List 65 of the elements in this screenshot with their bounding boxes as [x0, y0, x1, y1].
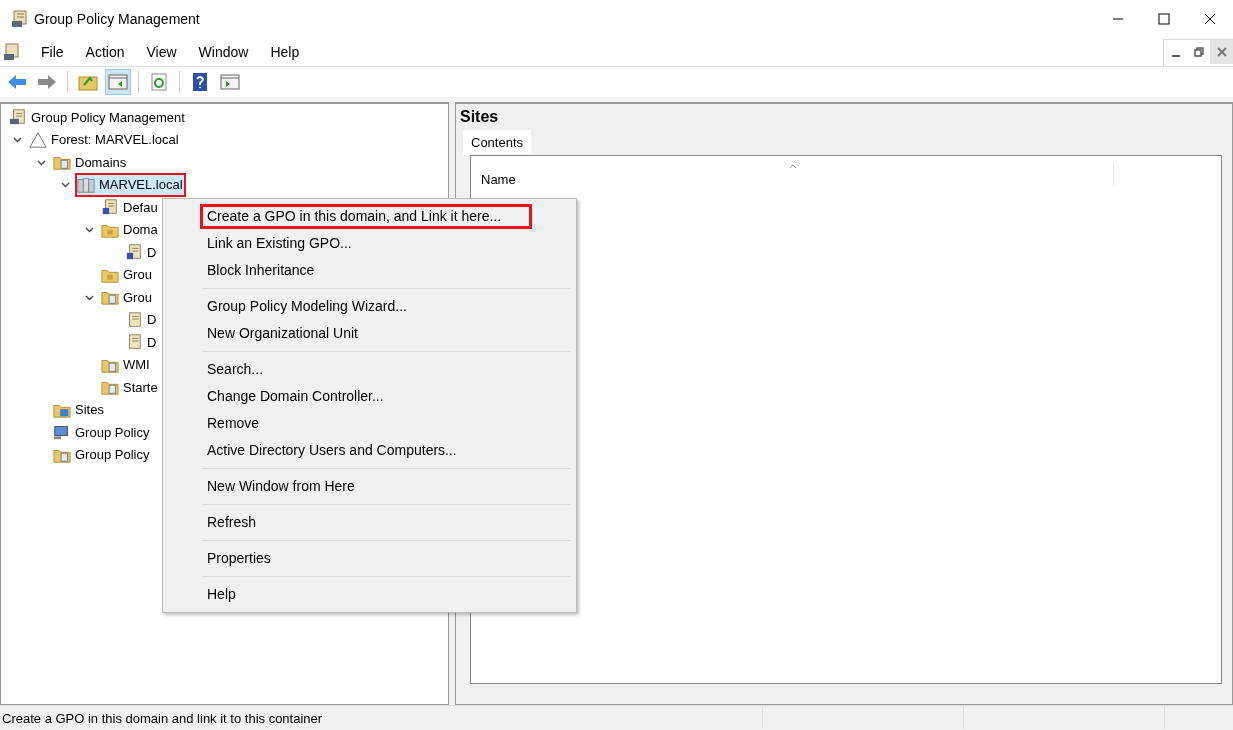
context-menu-item[interactable]: Link an Existing GPO... [166, 230, 573, 257]
context-menu-item[interactable]: Group Policy Modeling Wizard... [166, 293, 573, 320]
tree-item[interactable]: Sites [51, 397, 107, 422]
tree-item[interactable]: MARVEL.local [75, 172, 186, 197]
menu-item[interactable]: Action [74, 44, 136, 60]
folder-icon [78, 73, 98, 91]
panel-icon [220, 73, 240, 91]
minimize-icon [1171, 54, 1180, 57]
tree-item[interactable]: Grou [99, 262, 155, 287]
context-menu-item[interactable]: Create a GPO in this domain, and Link it here... [199, 203, 533, 230]
context-menu-item[interactable]: Change Domain Controller... [166, 383, 573, 410]
window-title: Group Policy Management [34, 11, 200, 27]
tree-item[interactable]: D [123, 240, 160, 265]
tree-item[interactable]: Defau [99, 195, 161, 220]
triangle-icon [29, 130, 47, 149]
tree-item[interactable]: Group Policy [51, 420, 153, 445]
tree-item[interactable]: Group Policy [51, 442, 153, 467]
menu-item[interactable]: Window [187, 44, 260, 60]
context-menu-item[interactable]: Search... [166, 356, 573, 383]
status-text: Create a GPO in this domain and link it to this container [1, 710, 324, 726]
menu-item[interactable]: File [30, 44, 75, 60]
close-button[interactable] [1210, 39, 1233, 64]
scroll-icon [125, 243, 143, 262]
forward-arrow-icon [37, 73, 57, 91]
pane-title: Sites [460, 108, 500, 127]
tree-item[interactable]: Grou [99, 285, 155, 310]
panel-icon [108, 73, 128, 91]
context-menu-item[interactable]: Help [166, 581, 573, 608]
scroll-icon [9, 108, 27, 127]
computer-icon [53, 423, 71, 442]
chevron-icon[interactable] [84, 225, 94, 235]
tree-item[interactable]: WMI [99, 352, 153, 377]
menu-item[interactable]: View [135, 44, 188, 60]
context-menu-item[interactable]: Properties [166, 545, 573, 572]
tab[interactable]: Contents [463, 130, 532, 155]
restore-icon [1193, 46, 1204, 57]
back-arrow-icon [7, 73, 27, 91]
chevron-icon[interactable] [60, 180, 70, 190]
close-icon [1204, 13, 1216, 25]
context-menu-item[interactable]: Block Inheritance [166, 257, 573, 284]
context-menu-item[interactable]: New Window from Here [166, 473, 573, 500]
scroll-icon [10, 9, 30, 29]
server-icon [77, 175, 95, 194]
tree-item[interactable]: D [123, 330, 160, 355]
tree-item[interactable]: Forest: MARVEL.local [27, 127, 182, 152]
maximize-icon [1158, 13, 1170, 25]
context-menu-item[interactable]: Refresh [166, 509, 573, 536]
menu-item[interactable]: Help [259, 44, 311, 60]
tree-button[interactable] [105, 69, 131, 95]
tree-item[interactable]: Group Policy Management [7, 105, 188, 130]
tree-item[interactable]: Doma [99, 217, 161, 242]
context-menu-item[interactable]: Remove [166, 410, 573, 437]
scroll-icon [101, 198, 119, 217]
scroll-icon [2, 42, 22, 62]
chevron-icon[interactable] [12, 135, 22, 145]
tree-item[interactable]: Starte [99, 375, 161, 400]
column-header[interactable]: Name [477, 164, 1114, 186]
tree-item[interactable]: D [123, 307, 160, 332]
sort-caret-icon [789, 164, 797, 169]
refresh-icon [149, 73, 169, 91]
context-menu-item[interactable]: New Organizational Unit [166, 320, 573, 347]
close-icon [1216, 46, 1227, 57]
help-icon [190, 73, 210, 91]
tree-item[interactable]: Domains [51, 150, 130, 175]
context-menu-item[interactable]: Active Directory Users and Computers... [166, 437, 573, 464]
